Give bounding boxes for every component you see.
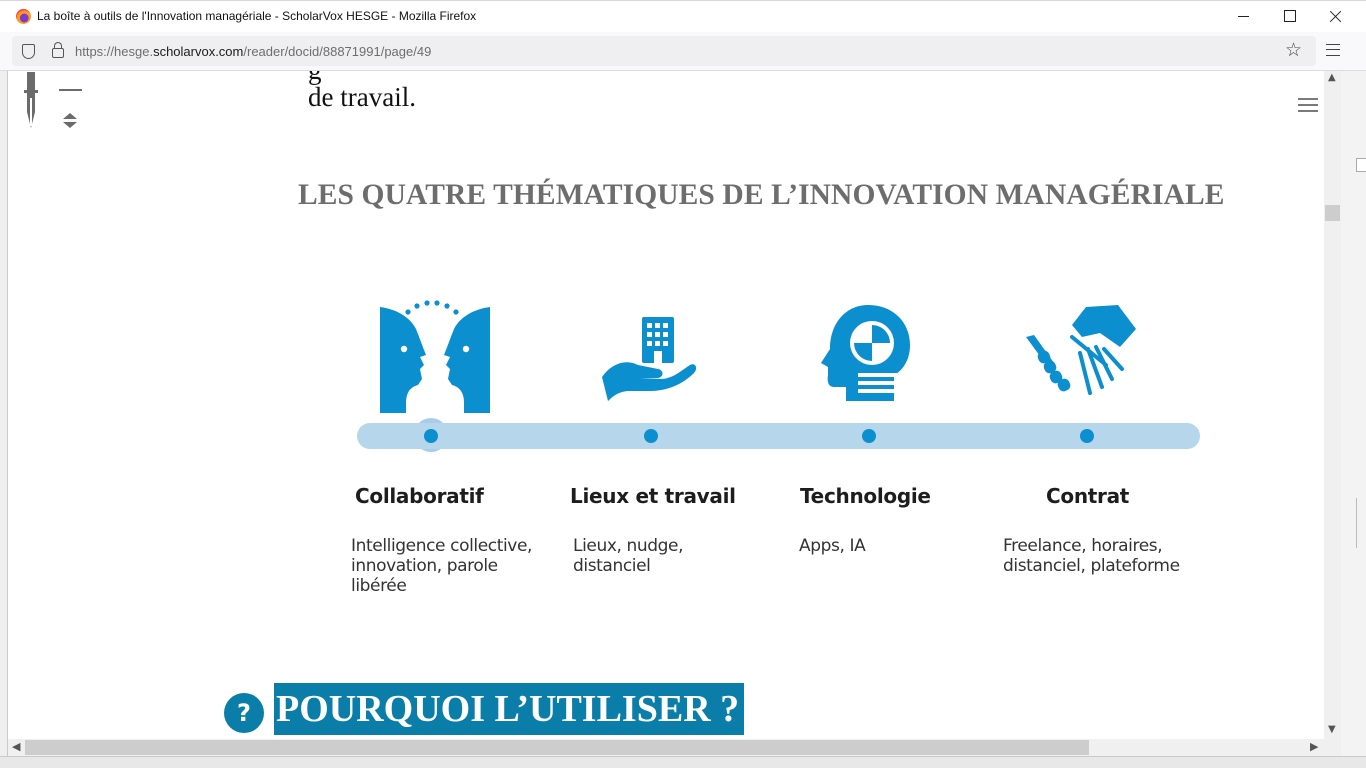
gutter-tab — [1356, 158, 1366, 172]
url-path: /reader/docid/88871991/page/49 — [243, 44, 432, 59]
pen-icon[interactable] — [24, 72, 38, 129]
desc-line: Lieux, nudge, — [573, 536, 684, 556]
theme-desc-technologie: Apps, IA — [799, 536, 866, 556]
url-bar[interactable]: https://hesge.scholarvox.com/reader/doci… — [12, 36, 1316, 66]
star-icon[interactable]: ☆ — [1285, 40, 1302, 60]
theme-desc-lieux: Lieux, nudge, distanciel — [573, 536, 683, 576]
reorder-icon[interactable] — [62, 113, 78, 129]
section-subheading: POURQUOI L’UTILISER ? — [274, 683, 745, 735]
desc-line: Freelance, horaires, — [1003, 536, 1163, 556]
scroll-corner — [1324, 739, 1341, 756]
desc-line: distanciel — [573, 556, 651, 576]
help-icon: ? — [224, 693, 264, 733]
horizontal-scroll-thumb[interactable] — [25, 740, 1089, 755]
theme-title-collaboratif: Collaboratif — [355, 484, 484, 508]
gutter-line — [1356, 498, 1366, 548]
theme-title-lieux: Lieux et travail — [570, 484, 736, 508]
scroll-right-icon[interactable]: ▶ — [1310, 740, 1318, 753]
desc-line: innovation, parole — [351, 556, 498, 576]
vertical-scrollbar[interactable]: ▲ ▼ — [1324, 71, 1341, 739]
previous-page-text: de travail. — [308, 82, 416, 112]
desc-line: libérée — [351, 576, 407, 596]
theme-title-technologie: Technologie — [800, 484, 931, 508]
timeline-dot-collaboratif — [424, 429, 438, 443]
close-button[interactable] — [1312, 1, 1358, 32]
menu-icon[interactable] — [1326, 44, 1340, 56]
theme-title-contrat: Contrat — [1046, 484, 1130, 508]
scroll-up-icon[interactable]: ▲ — [1328, 73, 1336, 83]
firefox-logo-icon — [16, 9, 31, 24]
navigation-bar: https://hesge.scholarvox.com/reader/doci… — [0, 32, 1366, 71]
desc-line: Apps, IA — [799, 536, 866, 556]
scroll-left-icon[interactable]: ◀ — [12, 740, 20, 753]
left-frame — [0, 71, 8, 768]
bottom-strip — [0, 756, 1366, 768]
timeline-dot-technologie — [862, 429, 876, 443]
lock-icon[interactable] — [52, 42, 64, 58]
right-gutter — [1341, 71, 1366, 768]
url-text[interactable]: https://hesge.scholarvox.com/reader/doci… — [75, 44, 431, 59]
ai-head-icon — [821, 305, 910, 401]
theme-desc-contrat: Freelance, horaires, distanciel, platefo… — [1003, 536, 1180, 576]
timeline-dot-contrat — [1080, 429, 1094, 443]
faces-icon — [380, 300, 490, 413]
list-icon[interactable] — [1298, 98, 1318, 112]
timeline-dot-lieux — [644, 429, 658, 443]
timeline-bar — [357, 423, 1200, 449]
zoom-out-icon[interactable] — [59, 89, 82, 91]
vertical-scroll-thumb[interactable] — [1325, 205, 1340, 221]
minimize-button[interactable] — [1221, 1, 1267, 32]
building-hand-icon — [602, 317, 696, 401]
desc-line: distanciel, plateforme — [1003, 556, 1180, 576]
pen-slot — [30, 98, 32, 126]
desc-line: Intelligence collective, — [351, 536, 533, 556]
url-prefix: https://hesge. — [75, 44, 154, 59]
window-title-bar: La boîte à outils de l'Innovation managé… — [0, 0, 1366, 32]
window-title: La boîte à outils de l'Innovation managé… — [37, 9, 477, 23]
document-viewport: g de travail. LES QUATRE THÉMATIQUES DE … — [8, 71, 1324, 739]
url-host: scholarvox.com — [153, 44, 244, 59]
horizontal-scrollbar[interactable]: ◀ ▶ — [8, 739, 1324, 756]
scroll-down-icon[interactable]: ▼ — [1328, 725, 1336, 735]
theme-desc-collaboratif: Intelligence collective, innovation, par… — [351, 536, 532, 596]
handshake-icon — [1026, 305, 1136, 395]
maximize-button[interactable] — [1266, 1, 1312, 32]
section-title: LES QUATRE THÉMATIQUES DE L’INNOVATION M… — [298, 179, 1225, 211]
pen-band — [24, 90, 38, 93]
shield-icon[interactable] — [22, 44, 35, 59]
